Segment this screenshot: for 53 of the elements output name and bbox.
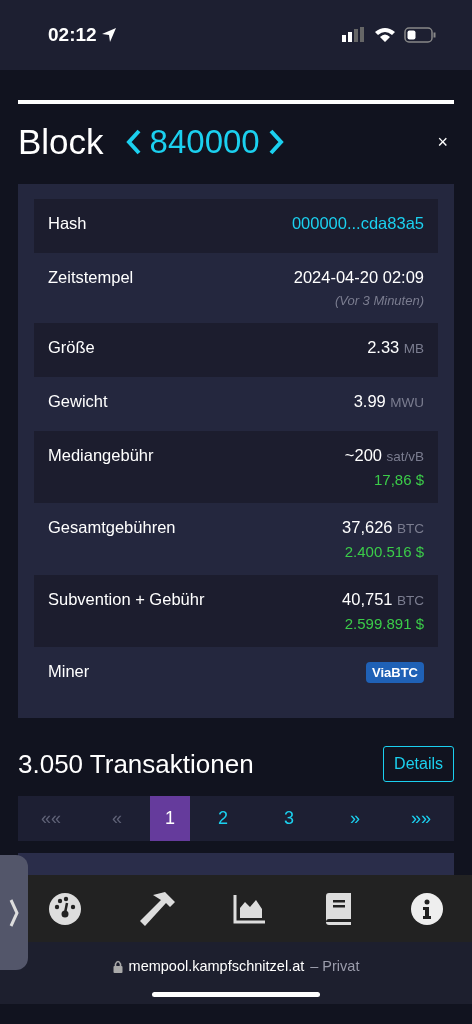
page-link[interactable]: » (322, 796, 388, 841)
next-chevron-icon[interactable] (267, 129, 284, 155)
page-link[interactable]: 3 (256, 796, 322, 841)
previous-chevron-icon[interactable] (125, 129, 142, 155)
location-arrow-icon (100, 27, 117, 43)
page-link[interactable]: 2 (190, 796, 256, 841)
area-chart-icon[interactable] (232, 892, 267, 925)
browsing-mode: – Privat (310, 958, 360, 974)
gauge-icon[interactable] (48, 891, 83, 926)
unit-label: MWU (390, 395, 424, 410)
miner-tag[interactable]: ViaBTC (366, 662, 424, 683)
info-icon[interactable] (409, 891, 444, 926)
lock-icon (112, 959, 123, 973)
fiat-value: 17,86 $ (373, 471, 424, 488)
book-icon[interactable] (323, 891, 354, 926)
detail-label: Mediangebühr (48, 446, 154, 466)
status-time: 02:12 (48, 24, 97, 46)
detail-value: 37,626 (342, 518, 393, 536)
page-link[interactable]: 1 (150, 796, 190, 841)
side-handle[interactable] (0, 855, 28, 970)
detail-value: 2024-04-20 02:09 (293, 268, 424, 286)
site-domain: mempool.kampfschnitzel.at (128, 958, 305, 974)
detail-label: Größe (48, 338, 95, 358)
close-button[interactable]: × (437, 131, 454, 153)
block-number: 840000 (149, 123, 260, 161)
wifi-icon (374, 27, 396, 43)
detail-label: Gesamtgebühren (48, 518, 176, 538)
detail-label: Subvention + Gebühr (48, 590, 205, 610)
detail-label: Gewicht (48, 392, 108, 412)
detail-value: 40,751 (342, 590, 393, 608)
hash-link[interactable]: 000000...cda83a5 (291, 214, 424, 233)
signal-icon (342, 27, 366, 43)
detail-value: ~200 (344, 446, 383, 464)
fiat-value: 2.400.516 $ (344, 543, 424, 560)
relative-time: (Vor 3 Minuten) (334, 293, 424, 308)
fiat-value: 2.599.891 $ (344, 615, 424, 632)
unit-label: BTC (397, 593, 424, 608)
detail-value: 3.99 (353, 392, 386, 410)
unit-label: BTC (397, 521, 424, 536)
hammer-icon[interactable] (138, 890, 177, 927)
page-link[interactable]: »» (388, 796, 454, 841)
detail-label: Zeitstempel (48, 268, 134, 288)
detail-label: Hash (48, 214, 87, 234)
unit-label: sat/vB (386, 449, 424, 464)
battery-icon (404, 27, 436, 43)
chevron-right-icon[interactable] (9, 897, 19, 928)
address-bar[interactable]: mempool.kampfschnitzel.at – Privat (0, 942, 472, 1004)
page-title: Block (18, 122, 104, 162)
details-button[interactable]: Details (383, 746, 454, 782)
detail-label: Miner (48, 662, 90, 682)
transactions-heading: 3.050 Transaktionen (18, 748, 254, 780)
unit-label: MB (403, 341, 424, 356)
detail-value: 2.33 (367, 338, 400, 356)
